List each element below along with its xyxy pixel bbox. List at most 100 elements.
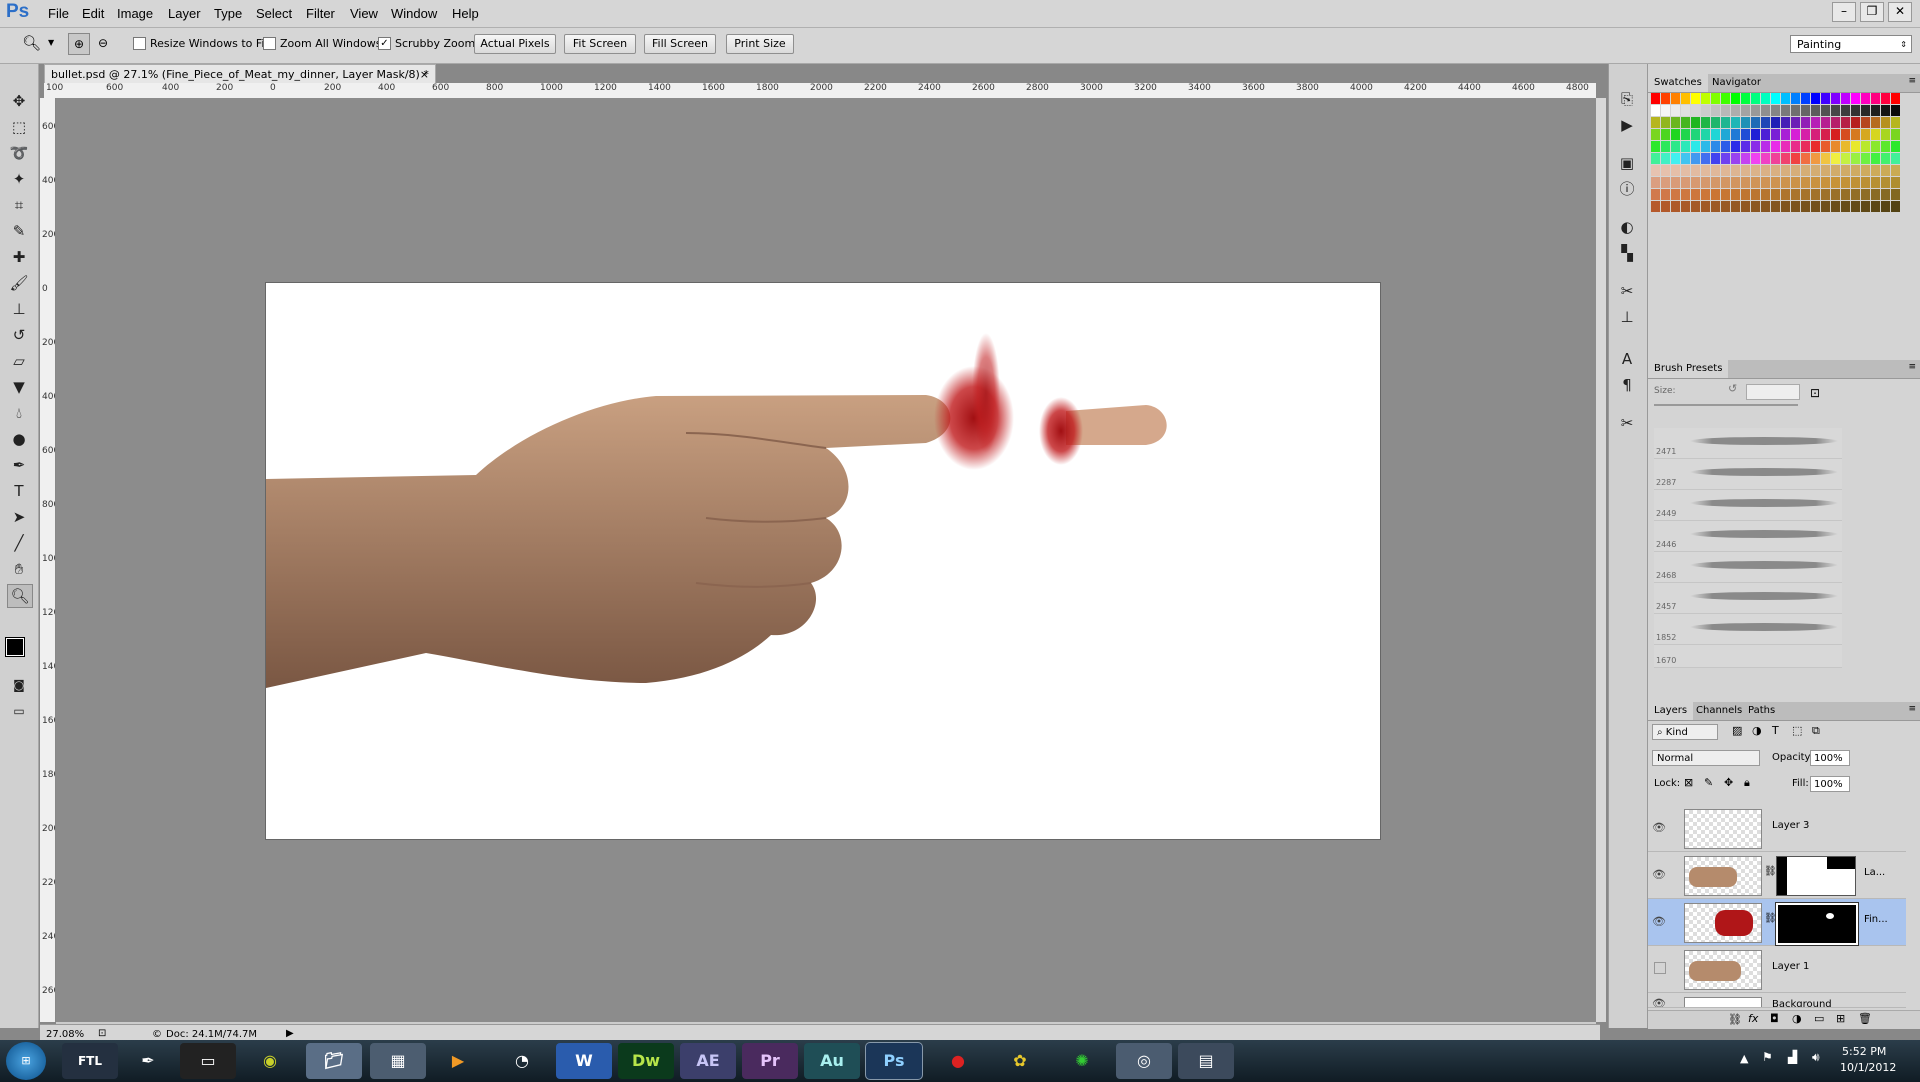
blend-mode-select[interactable]: Normal <box>1652 750 1760 766</box>
brush-preset[interactable]: 2468 <box>1654 552 1842 583</box>
color-swatch[interactable] <box>1771 177 1780 188</box>
color-swatch[interactable] <box>1651 201 1660 212</box>
color-swatch[interactable] <box>1721 129 1730 140</box>
menu-filter[interactable]: Filter <box>306 6 335 21</box>
close-button[interactable]: ✕ <box>1888 2 1912 22</box>
paragraph-panel-icon[interactable]: ¶ <box>1615 374 1639 396</box>
tool-preset-dropdown-icon[interactable]: ▼ <box>48 38 54 47</box>
quick-mask-icon[interactable]: ◙ <box>7 674 31 696</box>
brush-preset[interactable]: 2457 <box>1654 583 1842 614</box>
trash-icon[interactable]: 🗑︎ <box>1858 1012 1872 1025</box>
brush-preset[interactable]: 2449 <box>1654 490 1842 521</box>
color-swatch[interactable] <box>1751 105 1760 116</box>
color-swatch[interactable] <box>1801 201 1810 212</box>
color-swatch[interactable] <box>1841 153 1850 164</box>
mask-link-icon[interactable]: ⛓ <box>1764 913 1777 924</box>
color-swatch[interactable] <box>1691 165 1700 176</box>
color-swatch[interactable] <box>1681 201 1690 212</box>
layer-name[interactable]: Background <box>1772 999 1832 1007</box>
close-tab-icon[interactable]: × <box>420 65 429 84</box>
color-swatch[interactable] <box>1811 177 1820 188</box>
restore-button[interactable]: ❐ <box>1860 2 1884 22</box>
taskbar-after-effects[interactable]: AE <box>680 1043 736 1079</box>
menu-edit[interactable]: Edit <box>82 6 104 21</box>
hand-tool-icon[interactable]: ✋︎ <box>7 558 31 580</box>
healing-brush-tool-icon[interactable]: ✚ <box>7 246 31 268</box>
color-swatch[interactable] <box>1871 201 1880 212</box>
layer-thumbnail[interactable] <box>1684 903 1762 943</box>
color-swatch[interactable] <box>1821 153 1830 164</box>
color-swatch[interactable] <box>1681 153 1690 164</box>
layer-thumbnail[interactable] <box>1684 809 1762 849</box>
menu-view[interactable]: View <box>350 6 378 21</box>
color-swatch[interactable] <box>1811 93 1820 104</box>
adjustments-panel-icon[interactable]: ▣ <box>1615 152 1639 174</box>
color-swatch[interactable] <box>1701 93 1710 104</box>
color-swatch[interactable] <box>1831 153 1840 164</box>
color-swatch[interactable] <box>1841 105 1850 116</box>
color-swatch[interactable] <box>1811 105 1820 116</box>
color-swatch[interactable] <box>1851 201 1860 212</box>
taskbar-app-icon[interactable]: ▦ <box>370 1043 426 1079</box>
color-swatch[interactable] <box>1671 189 1680 200</box>
styles-panel-icon[interactable]: ▚ <box>1615 242 1639 264</box>
color-swatch[interactable] <box>1721 141 1730 152</box>
color-swatch[interactable] <box>1701 189 1710 200</box>
color-swatch[interactable] <box>1851 153 1860 164</box>
color-swatch[interactable] <box>1781 129 1790 140</box>
tab-swatches[interactable]: Swatches <box>1648 74 1708 92</box>
color-swatch[interactable] <box>1741 189 1750 200</box>
clone-source-panel-icon[interactable]: ⊥ <box>1615 306 1639 328</box>
color-swatch[interactable] <box>1751 189 1760 200</box>
color-swatch[interactable] <box>1731 105 1740 116</box>
color-swatch[interactable] <box>1671 141 1680 152</box>
color-swatch[interactable] <box>1861 105 1870 116</box>
color-swatch[interactable] <box>1841 201 1850 212</box>
dodge-tool-icon[interactable]: ● <box>7 428 31 450</box>
tray-network-icon[interactable]: ▟ <box>1788 1050 1797 1064</box>
minimize-button[interactable]: – <box>1832 2 1856 22</box>
color-swatch[interactable] <box>1891 117 1900 128</box>
history-panel-icon[interactable]: ⎘ <box>1615 88 1639 110</box>
color-swatch[interactable] <box>1801 105 1810 116</box>
color-swatch[interactable] <box>1721 189 1730 200</box>
color-swatch[interactable] <box>1671 129 1680 140</box>
color-swatch[interactable] <box>1781 165 1790 176</box>
filter-shape-icon[interactable]: ⬚ <box>1792 724 1802 737</box>
color-swatch[interactable] <box>1801 165 1810 176</box>
type-tool-icon[interactable]: T <box>7 480 31 502</box>
layer-row[interactable]: 👁︎ ⛓ La... <box>1648 852 1906 899</box>
layer-row[interactable]: 👁︎ Background <box>1648 993 1906 1008</box>
color-swatch[interactable] <box>1841 93 1850 104</box>
color-swatch[interactable] <box>1791 117 1800 128</box>
color-swatch[interactable] <box>1821 129 1830 140</box>
taskbar-word-icon[interactable]: W <box>556 1043 612 1079</box>
layer-name[interactable]: Layer 3 <box>1772 820 1809 831</box>
color-swatch[interactable] <box>1871 153 1880 164</box>
layer-name[interactable]: Fin... <box>1864 914 1888 925</box>
lock-image-icon[interactable]: ✎ <box>1704 776 1713 789</box>
menu-window[interactable]: Window <box>391 6 437 21</box>
color-swatch[interactable] <box>1661 165 1670 176</box>
color-swatch[interactable] <box>1671 201 1680 212</box>
color-swatch[interactable] <box>1731 117 1740 128</box>
color-swatch[interactable] <box>1791 201 1800 212</box>
color-swatch[interactable] <box>1861 165 1870 176</box>
actual-pixels-button[interactable]: Actual Pixels <box>474 34 556 54</box>
color-swatch[interactable] <box>1801 177 1810 188</box>
menu-layer[interactable]: Layer <box>168 6 201 21</box>
color-swatch[interactable] <box>1831 189 1840 200</box>
color-swatch[interactable] <box>1761 165 1770 176</box>
layer-mask-thumbnail[interactable] <box>1776 903 1858 945</box>
panel-menu-icon[interactable]: ≡ <box>1908 704 1916 714</box>
color-swatch[interactable] <box>1841 189 1850 200</box>
actions-panel-icon[interactable]: ▶ <box>1615 114 1639 136</box>
opacity-field[interactable]: 100% <box>1810 750 1850 766</box>
color-swatch[interactable] <box>1791 153 1800 164</box>
color-swatch[interactable] <box>1741 93 1750 104</box>
color-swatch[interactable] <box>1791 129 1800 140</box>
color-swatch[interactable] <box>1811 189 1820 200</box>
quick-select-tool-icon[interactable]: ✦ <box>7 168 31 190</box>
color-swatch[interactable] <box>1861 201 1870 212</box>
tab-channels[interactable]: Channels <box>1690 702 1748 720</box>
